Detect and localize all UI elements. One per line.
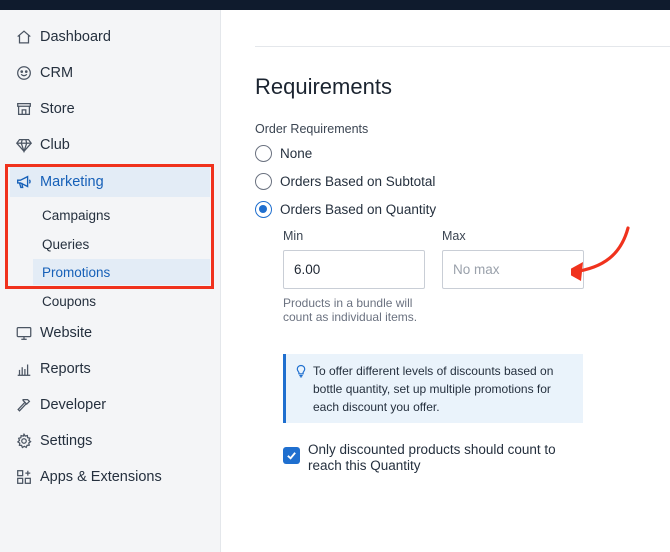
sidebar-item-reports[interactable]: Reports bbox=[0, 354, 221, 384]
sidebar-item-crm[interactable]: CRM bbox=[0, 58, 221, 88]
radio-orders-based-on-quantity[interactable]: Orders Based on Quantity bbox=[255, 199, 436, 219]
sidebar-item-label: Developer bbox=[40, 397, 107, 413]
sidebar-item-store[interactable]: Store bbox=[0, 94, 221, 124]
sidebar-subitem-label: Campaigns bbox=[42, 207, 111, 223]
hammer-icon bbox=[14, 395, 34, 415]
sidebar-item-apps-extensions[interactable]: Apps & Extensions bbox=[0, 462, 221, 492]
help-text: Products in a bundle will count as indiv… bbox=[283, 296, 418, 324]
sidebar-subitem-campaigns[interactable]: Campaigns bbox=[33, 202, 210, 228]
max-label: Max bbox=[442, 229, 466, 243]
annotation-arrow-icon bbox=[571, 226, 630, 281]
sidebar-item-settings[interactable]: Settings bbox=[0, 426, 221, 456]
sidebar-item-label: CRM bbox=[40, 65, 74, 81]
info-text: To offer different levels of discounts b… bbox=[313, 364, 554, 414]
radio-button[interactable] bbox=[255, 200, 272, 218]
storefront-icon bbox=[14, 99, 34, 119]
sidebar-item-label: Settings bbox=[40, 433, 93, 449]
checkbox-label: Only discounted products should count to… bbox=[308, 442, 556, 473]
radio-label: None bbox=[280, 145, 313, 161]
megaphone-icon bbox=[14, 172, 34, 192]
sidebar-item-website[interactable]: Website bbox=[0, 318, 221, 348]
sidebar-item-label: Apps & Extensions bbox=[40, 469, 162, 485]
sidebar: Dashboard CRM Store Club Marketing Campa… bbox=[0, 10, 221, 552]
section-title: Requirements bbox=[255, 74, 392, 99]
sidebar-item-label: Store bbox=[40, 101, 75, 117]
order-requirements-label: Order Requirements bbox=[255, 122, 369, 136]
apps-icon bbox=[14, 467, 34, 487]
max-input[interactable] bbox=[442, 250, 584, 289]
gear-icon bbox=[14, 431, 34, 451]
sidebar-item-developer[interactable]: Developer bbox=[0, 390, 221, 420]
main-content: Requirements Order Requirements None Ord… bbox=[221, 10, 670, 552]
sidebar-item-label: Dashboard bbox=[40, 29, 111, 45]
diamond-icon bbox=[14, 135, 34, 155]
sidebar-subitem-label: Coupons bbox=[42, 293, 97, 309]
radio-button[interactable] bbox=[255, 172, 272, 190]
min-input[interactable] bbox=[283, 250, 425, 289]
radio-label: Orders Based on Quantity bbox=[280, 201, 437, 217]
sidebar-subitem-label: Queries bbox=[42, 236, 90, 252]
sidebar-item-label: Website bbox=[40, 325, 93, 341]
home-icon bbox=[14, 27, 34, 47]
monitor-icon bbox=[14, 323, 34, 343]
smiley-icon bbox=[14, 63, 34, 83]
divider bbox=[255, 46, 670, 47]
sidebar-item-marketing[interactable]: Marketing bbox=[10, 167, 210, 197]
discounted-products-checkbox[interactable] bbox=[283, 447, 300, 464]
sidebar-item-label: Marketing bbox=[40, 174, 104, 190]
info-callout: To offer different levels of discounts b… bbox=[283, 354, 583, 423]
radio-button[interactable] bbox=[255, 144, 272, 162]
sidebar-subitem-queries[interactable]: Queries bbox=[33, 231, 210, 257]
sidebar-subitem-promotions[interactable]: Promotions bbox=[33, 259, 210, 285]
sidebar-item-dashboard[interactable]: Dashboard bbox=[0, 22, 221, 52]
radio-none[interactable]: None bbox=[255, 143, 312, 163]
radio-label: Orders Based on Subtotal bbox=[280, 173, 436, 189]
min-label: Min bbox=[283, 229, 304, 243]
radio-orders-based-on-subtotal[interactable]: Orders Based on Subtotal bbox=[255, 171, 435, 191]
sidebar-item-label: Reports bbox=[40, 361, 91, 377]
bar-chart-icon bbox=[14, 359, 34, 379]
sidebar-item-club[interactable]: Club bbox=[0, 130, 221, 160]
sidebar-subitem-label: Promotions bbox=[42, 264, 111, 280]
sidebar-subitem-coupons[interactable]: Coupons bbox=[33, 288, 210, 314]
top-bar bbox=[0, 0, 670, 10]
lightbulb-icon bbox=[294, 364, 308, 378]
sidebar-item-label: Club bbox=[40, 137, 70, 153]
